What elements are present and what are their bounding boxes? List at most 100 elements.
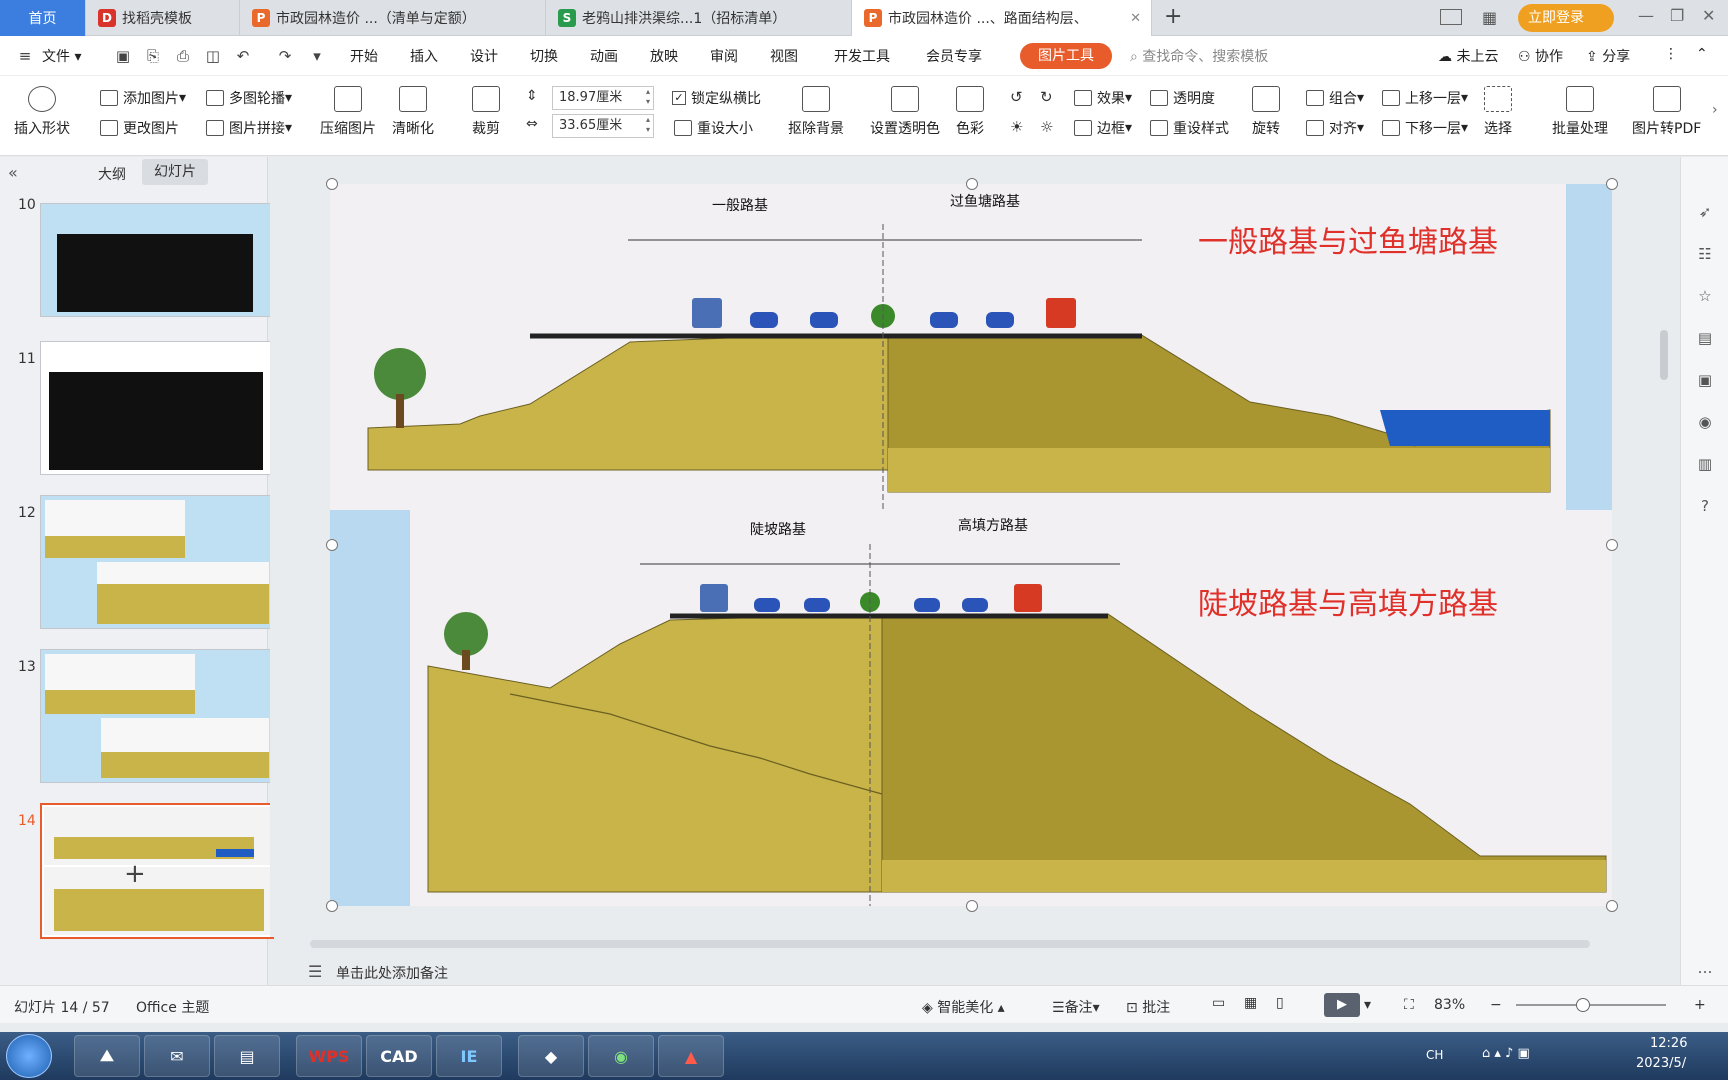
- start-button[interactable]: [6, 1034, 52, 1078]
- horizontal-scrollbar[interactable]: [310, 940, 1590, 948]
- picture-tools-tab[interactable]: 图片工具: [1020, 43, 1112, 69]
- grid-icon[interactable]: ▦: [1482, 8, 1497, 27]
- transition-icon[interactable]: ▤: [1695, 329, 1715, 349]
- tab-ppt-active[interactable]: P 市政园林造价 ...、路面结构层、 ✕: [852, 0, 1152, 36]
- tab-home[interactable]: 首页: [0, 0, 86, 36]
- save-icon[interactable]: ▣: [114, 47, 132, 65]
- taskbar-app-cad[interactable]: CAD: [366, 1035, 432, 1077]
- window-layout-icon[interactable]: [1440, 9, 1462, 25]
- group-button[interactable]: 组合 ▾: [1306, 88, 1364, 108]
- book-icon[interactable]: ▥: [1695, 455, 1715, 475]
- taskbar-app-explorer[interactable]: ▤: [214, 1035, 280, 1077]
- zoom-out-icon[interactable]: −: [1490, 997, 1502, 1013]
- resize-handle[interactable]: [966, 178, 978, 190]
- close-icon[interactable]: ✕: [1130, 11, 1141, 26]
- brightness-down-icon[interactable]: ☼: [1040, 118, 1053, 136]
- notes-area[interactable]: ☰ 单击此处添加备注: [300, 957, 1678, 985]
- beautify-button[interactable]: ◈ 智能美化 ▴: [922, 997, 1005, 1017]
- comment-button[interactable]: ⊡ 批注: [1126, 997, 1170, 1017]
- slides-tab[interactable]: 幻灯片: [142, 159, 208, 185]
- minimize-icon[interactable]: —: [1638, 6, 1654, 25]
- slide-thumb-13[interactable]: [40, 649, 274, 783]
- taskbar-app-mountain[interactable]: ⛰: [74, 1035, 140, 1077]
- border-button[interactable]: 边框 ▾: [1074, 118, 1132, 138]
- fit-window-icon[interactable]: ⛶: [1404, 997, 1414, 1013]
- outline-tab[interactable]: 大纲: [98, 164, 126, 184]
- add-picture-button[interactable]: 添加图片 ▾: [100, 88, 186, 108]
- rotate-right-icon[interactable]: ↻: [1040, 88, 1053, 106]
- menu-review[interactable]: 审阅: [710, 46, 738, 66]
- compress-button[interactable]: 压缩图片: [320, 86, 376, 138]
- reset-style-button[interactable]: 重设样式: [1150, 118, 1229, 138]
- menu-design[interactable]: 设计: [470, 46, 498, 66]
- transparency-button[interactable]: 透明度: [1150, 88, 1215, 108]
- input-language[interactable]: CH: [1426, 1048, 1443, 1062]
- rocket-icon[interactable]: ➶: [1695, 203, 1715, 223]
- sorter-view-icon[interactable]: ▦: [1244, 995, 1257, 1011]
- remove-bg-button[interactable]: 抠除背景: [788, 86, 844, 138]
- taskbar-app-wps[interactable]: WPS: [296, 1035, 362, 1077]
- share-button[interactable]: ⇪ 分享: [1586, 46, 1630, 66]
- rotate-left-icon[interactable]: ↺: [1010, 88, 1023, 106]
- color-button[interactable]: 色彩: [956, 86, 984, 138]
- slide-thumb-12[interactable]: [40, 495, 274, 629]
- more-icon[interactable]: ▾: [308, 47, 326, 65]
- multi-carousel-button[interactable]: 多图轮播 ▾: [206, 88, 292, 108]
- select-button[interactable]: 选择: [1484, 86, 1512, 138]
- redo-icon[interactable]: ↷: [276, 47, 294, 65]
- settings-icon[interactable]: ☷: [1695, 245, 1715, 265]
- reading-view-icon[interactable]: ▯: [1276, 995, 1284, 1011]
- preview-icon[interactable]: ◫: [204, 47, 222, 65]
- bring-forward-button[interactable]: 上移一层 ▾: [1382, 88, 1468, 108]
- collab-button[interactable]: ⚇ 协作: [1518, 46, 1563, 66]
- normal-view-icon[interactable]: ▭: [1212, 995, 1225, 1011]
- resize-button[interactable]: 重设大小: [674, 118, 753, 138]
- star-icon[interactable]: ☆: [1695, 287, 1715, 307]
- batch-button[interactable]: 批量处理: [1552, 86, 1608, 138]
- menu-animation[interactable]: 动画: [590, 46, 618, 66]
- picture-stitch-button[interactable]: 图片拼接 ▾: [206, 118, 292, 138]
- new-tab-button[interactable]: +: [1164, 4, 1182, 29]
- more-icon[interactable]: …: [1695, 959, 1715, 979]
- to-pdf-button[interactable]: 图片转PDF: [1632, 86, 1701, 138]
- lock-ratio-checkbox[interactable]: ✓ 锁定纵横比: [672, 88, 761, 108]
- change-picture-button[interactable]: 更改图片: [100, 118, 179, 138]
- resize-handle[interactable]: [326, 178, 338, 190]
- height-input[interactable]: 18.97厘米: [552, 86, 654, 110]
- taskbar-app-glodon[interactable]: ◆: [518, 1035, 584, 1077]
- taskbar-app-ie[interactable]: IE: [436, 1035, 502, 1077]
- print-icon[interactable]: ⎙: [174, 47, 192, 65]
- taskbar-app-autocad[interactable]: ▲: [658, 1035, 724, 1077]
- animation-icon[interactable]: ◉: [1695, 413, 1715, 433]
- resize-handle[interactable]: [1606, 900, 1618, 912]
- help-icon[interactable]: ?: [1695, 497, 1715, 517]
- login-button[interactable]: 立即登录: [1518, 4, 1614, 32]
- taskbar-app-wechat[interactable]: ✉: [144, 1035, 210, 1077]
- hamburger-icon[interactable]: ≡: [16, 47, 34, 65]
- resize-handle[interactable]: [326, 539, 338, 551]
- zoom-level[interactable]: 83%: [1434, 997, 1465, 1013]
- send-backward-button[interactable]: 下移一层 ▾: [1382, 118, 1468, 138]
- resize-handle[interactable]: [966, 900, 978, 912]
- ribbon-scroll-right-icon[interactable]: ›: [1712, 102, 1718, 118]
- brightness-up-icon[interactable]: ☀: [1010, 118, 1023, 136]
- restore-icon[interactable]: ❐: [1670, 6, 1684, 25]
- search-box[interactable]: ⌕ 查找命令、搜索模板: [1130, 46, 1268, 66]
- more-options-icon[interactable]: ⋮: [1664, 46, 1678, 62]
- collapse-ribbon-icon[interactable]: ⌃: [1696, 46, 1708, 62]
- slide-thumb-11[interactable]: [40, 341, 274, 475]
- menu-view[interactable]: 视图: [770, 46, 798, 66]
- tray-icons[interactable]: ⌂ ▴ ♪ ▣: [1482, 1046, 1530, 1061]
- slide-thumb-10[interactable]: [40, 203, 274, 317]
- theme-name[interactable]: Office 主题: [136, 997, 209, 1017]
- resize-handle[interactable]: [1606, 178, 1618, 190]
- menu-member[interactable]: 会员专享: [926, 46, 982, 66]
- resize-handle[interactable]: [1606, 539, 1618, 551]
- tab-ppt-quota[interactable]: P 市政园林造价 ...（清单与定额）: [240, 0, 546, 36]
- crop-button[interactable]: 裁剪: [472, 86, 500, 138]
- taskbar-app-green[interactable]: ◉: [588, 1035, 654, 1077]
- vertical-scrollbar[interactable]: [1660, 330, 1668, 380]
- play-button[interactable]: ▶: [1324, 993, 1360, 1017]
- image-icon[interactable]: ▣: [1695, 371, 1715, 391]
- close-window-icon[interactable]: ✕: [1702, 6, 1715, 25]
